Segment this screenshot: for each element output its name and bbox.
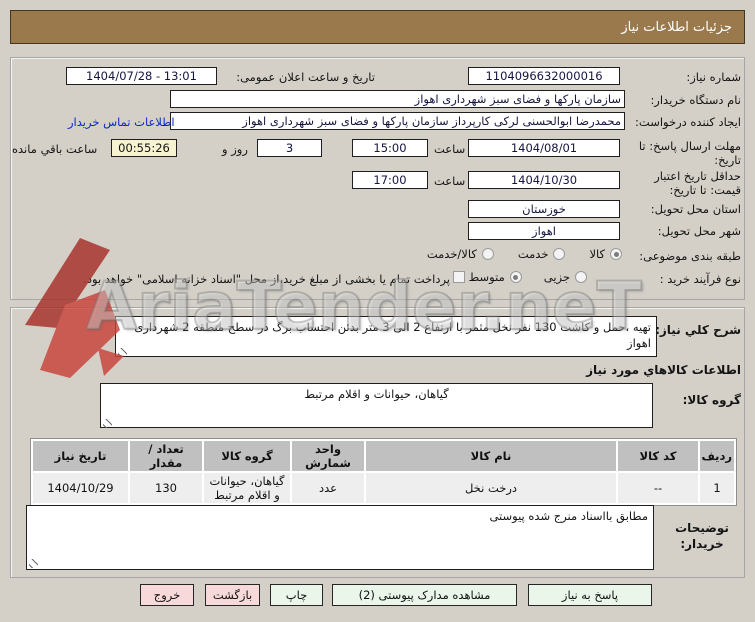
cell-quantity: 130 xyxy=(130,473,202,503)
deadline-hour-label: ساعت xyxy=(434,142,466,156)
cell-row-number: 1 xyxy=(700,473,734,503)
price-validity-hour-label: ساعت xyxy=(434,174,466,188)
classification-options: کالا خدمت کالا/خدمت xyxy=(427,247,622,261)
creator-field[interactable] xyxy=(170,112,625,130)
city-field[interactable] xyxy=(468,222,620,240)
radio-goods-service[interactable]: کالا/خدمت xyxy=(427,247,494,261)
col-unit: واحد شمارش xyxy=(292,441,364,471)
col-quantity: تعداد / مقدار xyxy=(130,441,202,471)
exit-button[interactable]: خروج xyxy=(140,584,194,606)
goods-group-label: گروه کالا: xyxy=(682,393,741,407)
goods-table-header-row: ردیف کد کالا نام کالا واحد شمارش گروه کا… xyxy=(33,441,734,471)
classification-label: طبقه بندی موضوعی: xyxy=(639,249,741,263)
cell-item-name: درخت نخل xyxy=(366,473,616,503)
announce-datetime-field[interactable] xyxy=(66,67,217,85)
province-label: استان محل تحویل: xyxy=(650,202,741,216)
price-validity-hour-field[interactable] xyxy=(352,171,428,189)
general-description-field[interactable]: تهیه ،حمل و کاشت 130 نفر نخل مثمر با ارت… xyxy=(115,316,657,357)
back-button[interactable]: بازگشت xyxy=(205,584,260,606)
cell-need-date: 1404/10/29 xyxy=(33,473,128,503)
radio-service-label: خدمت xyxy=(517,247,549,261)
days-and-label: روز و xyxy=(222,142,248,156)
deadline-date-field[interactable] xyxy=(468,139,620,157)
radio-partial-label: جزیی xyxy=(543,270,570,284)
table-row: 1 -- درخت نخل عدد گیاهان، حیوانات و اقلا… xyxy=(33,473,734,503)
countdown-timer: 00:55:26 xyxy=(111,139,177,157)
deadline-label: مهلت ارسال پاسخ: تا تاریخ: xyxy=(638,139,741,167)
radio-goods-service-icon[interactable] xyxy=(481,248,494,260)
respond-to-need-button[interactable]: پاسخ به نیاز xyxy=(528,584,652,606)
goods-info-header: اطلاعات کالاهاي مورد نياز xyxy=(586,363,741,377)
col-item-name: نام کالا xyxy=(366,441,616,471)
price-validity-date-field[interactable] xyxy=(468,171,620,189)
cell-unit: عدد xyxy=(292,473,364,503)
buyer-notes-field[interactable]: مطابق بااسناد منرج شده پیوستی xyxy=(26,505,654,570)
announce-datetime-label: تاریخ و ساعت اعلان عمومی: xyxy=(236,70,375,84)
radio-partial-icon[interactable] xyxy=(575,271,587,283)
goods-table: ردیف کد کالا نام کالا واحد شمارش گروه کا… xyxy=(30,438,737,506)
radio-goods-service-label: کالا/خدمت xyxy=(426,247,477,261)
need-number-field[interactable] xyxy=(468,67,620,85)
radio-goods-icon[interactable] xyxy=(610,248,622,260)
radio-partial[interactable]: جزیی xyxy=(544,270,587,284)
hours-remaining-label: ساعت باقي مانده xyxy=(12,142,98,156)
cell-group: گیاهان، حیوانات و اقلام مرتبط xyxy=(204,473,290,503)
need-details-page: جزئیات اطلاعات نیاز شماره نیاز: تاریخ و … xyxy=(0,0,755,622)
radio-goods-label: کالا xyxy=(589,247,605,261)
cell-item-code: -- xyxy=(618,473,698,503)
general-description-label: شرح کلي نياز: xyxy=(655,323,741,337)
col-item-code: کد کالا xyxy=(618,441,698,471)
radio-medium[interactable]: متوسط xyxy=(469,270,522,284)
radio-service-icon[interactable] xyxy=(553,248,566,260)
col-group: گروه کالا xyxy=(204,441,290,471)
buyer-notes-label: توضيحات خريدار: xyxy=(675,521,729,551)
buyer-name-label: نام دستگاه خریدار: xyxy=(650,93,741,107)
city-label: شهر محل تحویل: xyxy=(657,224,741,238)
treasury-docs-label: پرداخت تمام یا بخشی از مبلغ خرید،از محل … xyxy=(83,272,450,286)
price-validity-label: حداقل تاریخ اعتبار قیمت: تا تاریخ: xyxy=(654,169,741,197)
days-remaining-field[interactable] xyxy=(257,139,322,157)
view-attachments-button[interactable]: مشاهده مدارک پیوستی (2) xyxy=(332,584,517,606)
need-number-label: شماره نیاز: xyxy=(686,70,741,84)
goods-group-field[interactable]: گیاهان، حیوانات و اقلام مرتبط xyxy=(100,383,653,428)
province-field[interactable] xyxy=(468,200,620,218)
radio-medium-icon[interactable] xyxy=(509,271,522,283)
buyer-name-field[interactable] xyxy=(170,90,625,108)
page-title: جزئیات اطلاعات نیاز xyxy=(10,10,745,44)
radio-medium-label: متوسط xyxy=(468,270,505,284)
radio-goods[interactable]: کالا xyxy=(589,247,622,261)
col-need-date: تاریخ نیاز xyxy=(33,441,128,471)
buyer-contact-link[interactable]: اطلاعات تماس خریدار xyxy=(68,115,175,129)
process-type-options: جزیی متوسط xyxy=(469,270,587,284)
print-button[interactable]: چاپ xyxy=(270,584,323,606)
col-row-number: ردیف xyxy=(700,441,734,471)
process-type-label: نوع فرآیند خرید : xyxy=(659,272,741,286)
radio-service[interactable]: خدمت xyxy=(518,247,566,261)
creator-label: ایجاد کننده درخواست: xyxy=(635,115,741,129)
deadline-hour-field[interactable] xyxy=(352,139,428,157)
treasury-docs-checkbox[interactable] xyxy=(453,271,465,283)
